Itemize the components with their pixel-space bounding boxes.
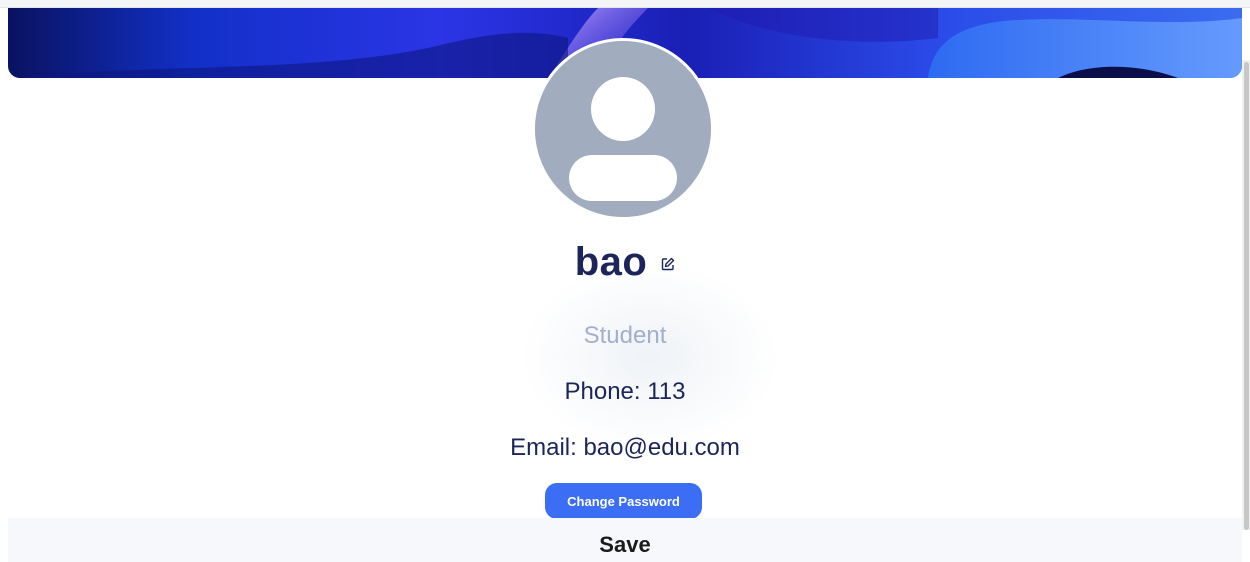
profile-email: Email: bao@edu.com <box>510 434 740 461</box>
name-row: bao <box>0 240 1250 285</box>
top-divider <box>0 0 1250 8</box>
save-button[interactable]: Save <box>0 532 1250 558</box>
edit-icon[interactable] <box>661 256 675 270</box>
change-password-button[interactable]: Change Password <box>545 483 702 519</box>
scrollbar-thumb[interactable] <box>1244 62 1249 530</box>
background-glow <box>520 262 780 452</box>
profile-page: bao Student Phone: 113 Email: bao@edu.co… <box>0 0 1250 562</box>
profile-name: bao <box>574 240 648 284</box>
profile-avatar[interactable] <box>532 38 714 220</box>
user-avatar-icon <box>535 41 711 217</box>
profile-role: Student <box>583 322 667 349</box>
profile-phone: Phone: 113 <box>564 378 686 405</box>
